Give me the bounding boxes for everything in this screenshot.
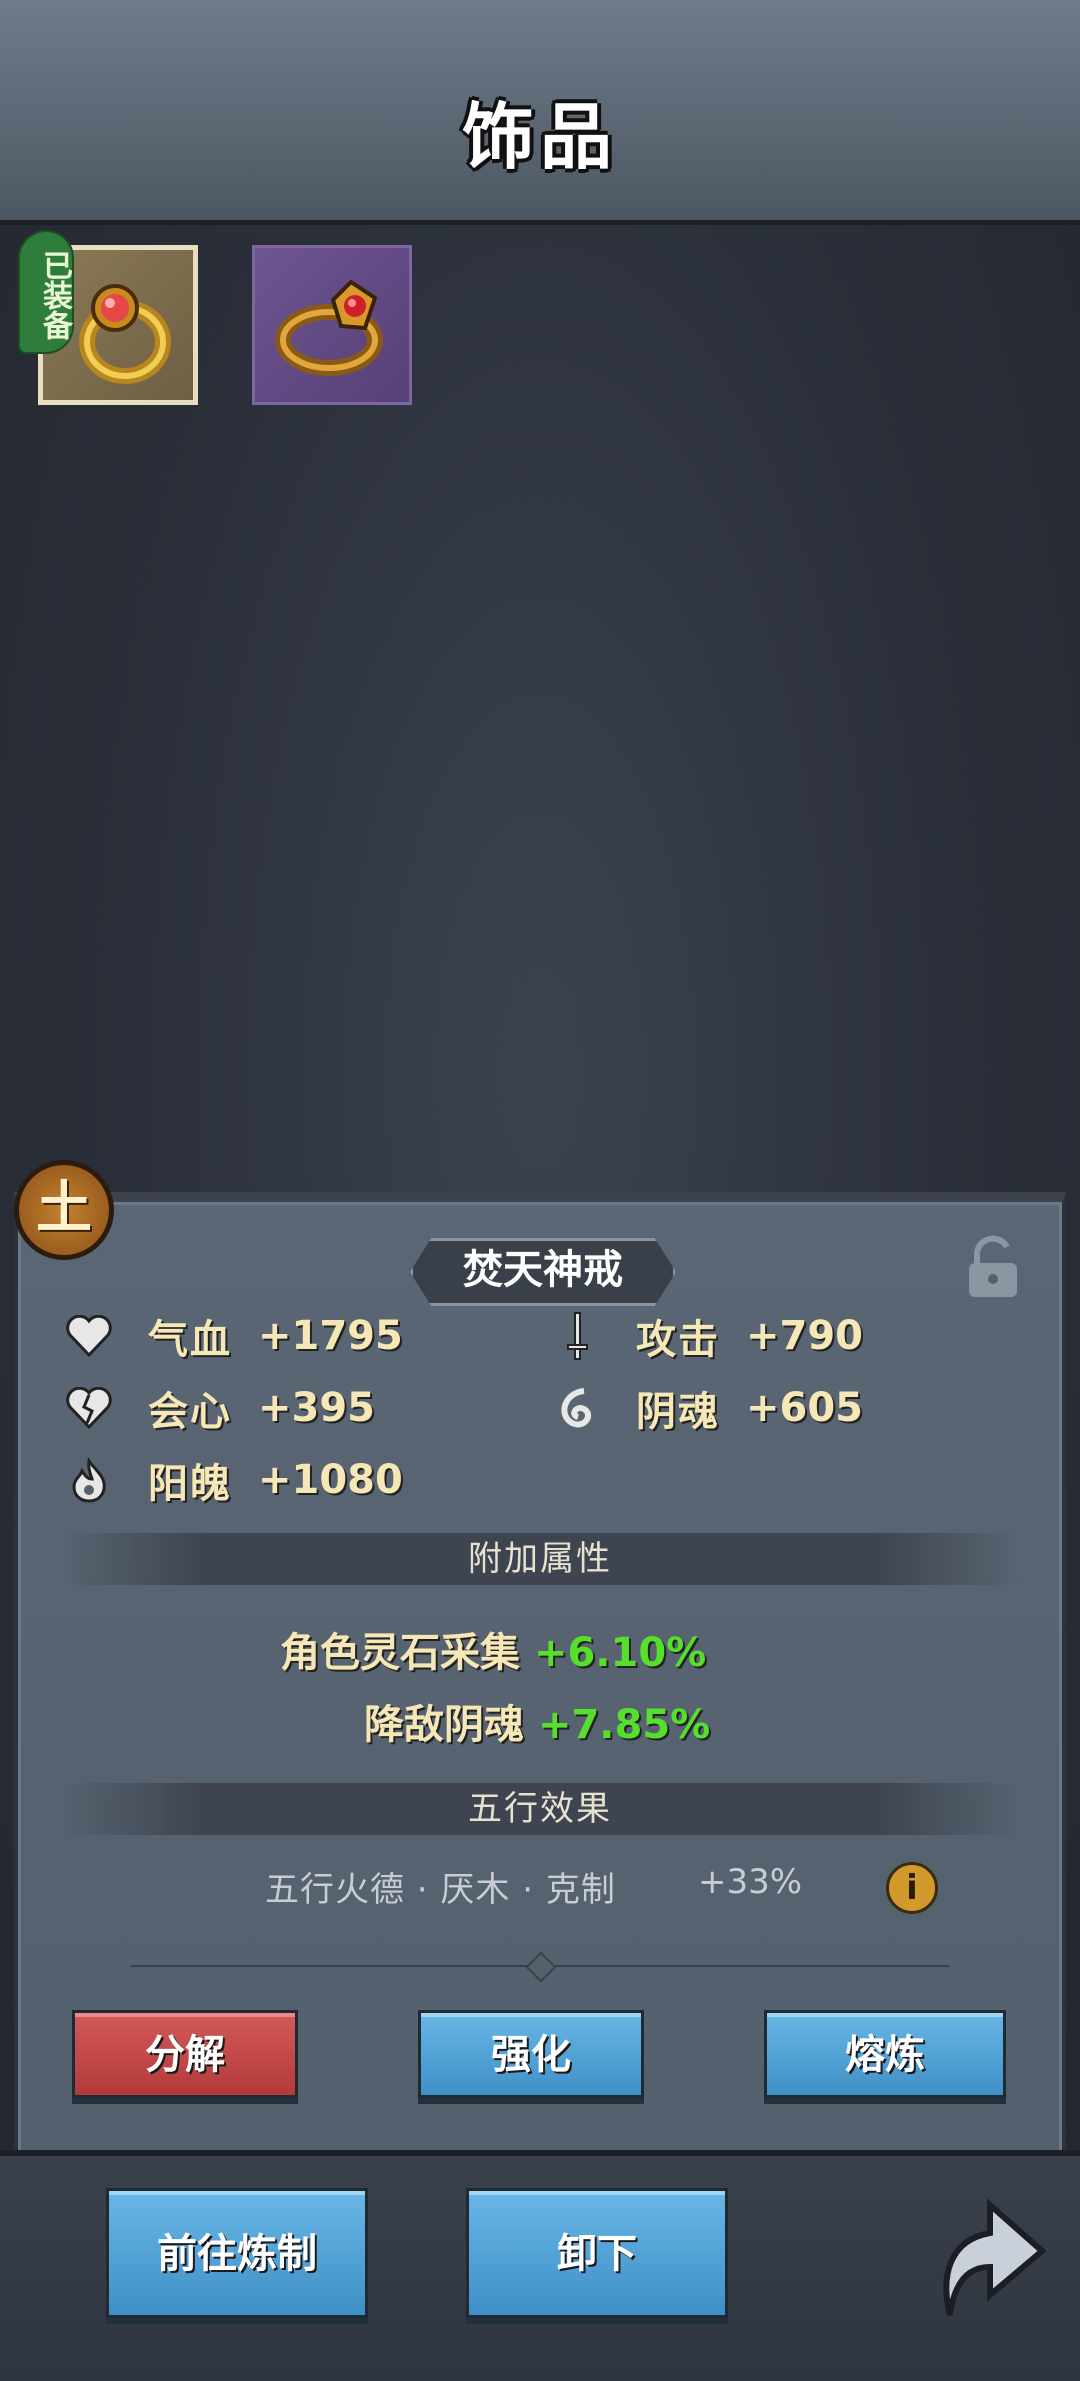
stat-attack: 攻击 +790 [552, 1308, 863, 1364]
return-arrow-icon[interactable] [920, 2185, 1050, 2325]
stat-hp: 气血 +1795 [64, 1308, 403, 1364]
stat-yin-soul: 阴魂 +605 [552, 1380, 863, 1436]
stat-yang-soul: 阳魄 +1080 [64, 1452, 403, 1508]
header-bar: 饰品 [0, 0, 1080, 225]
spiral-icon [552, 1383, 602, 1433]
heart-icon [64, 1311, 114, 1361]
element-emblem: 土 [14, 1160, 114, 1260]
stat-crit: 会心 +395 [64, 1380, 375, 1436]
broken-heart-icon [64, 1383, 114, 1433]
extra-stat-row: 角色灵石采集 +6.10% [280, 1630, 707, 1676]
unequip-button[interactable]: 卸下 [466, 2188, 728, 2318]
flame-icon [64, 1455, 114, 1505]
extra-attributes-header: 附加属性 [60, 1533, 1020, 1585]
unlock-icon[interactable] [965, 1235, 1021, 1301]
decompose-button[interactable]: 分解 [72, 2010, 298, 2098]
ring-icon [275, 279, 383, 376]
go-forge-button[interactable]: 前往炼制 [106, 2188, 368, 2318]
info-icon[interactable]: i [886, 1862, 938, 1914]
sword-icon [552, 1311, 602, 1361]
smelt-button[interactable]: 熔炼 [764, 2010, 1006, 2098]
extra-stat-row: 降敌阴魂 +7.85% [364, 1702, 711, 1748]
enhance-button[interactable]: 强化 [418, 2010, 644, 2098]
equipped-badge: 已装备 [20, 232, 72, 352]
wuxing-effect-text: 五行火德 · 厌木 · 克制 [265, 1870, 616, 1910]
inventory-slot-2[interactable] [252, 245, 412, 405]
wuxing-effect-value: +33% [698, 1862, 803, 1902]
page-title: 饰品 [461, 95, 618, 179]
item-name: 焚天神戒 [410, 1238, 676, 1306]
wuxing-header: 五行效果 [60, 1783, 1020, 1835]
